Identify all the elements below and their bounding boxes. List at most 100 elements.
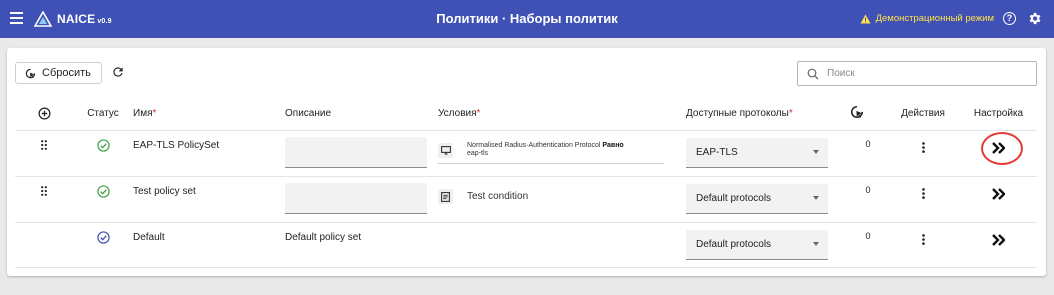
conditions-cell: Test condition [438, 176, 686, 223]
settings-cell [960, 130, 1037, 177]
status-default-icon[interactable] [96, 230, 110, 244]
table-row: Default Default policy set Default proto… [15, 222, 1037, 268]
double-chevron-right-icon[interactable] [992, 187, 1005, 200]
top-app-bar: NAICE v0.9 Политики · Наборы политик Демо… [0, 0, 1054, 38]
condition-attribute: Normalised Radius·Authentication Protoco… [467, 142, 601, 149]
warning-icon [860, 14, 871, 23]
column-header-name-label: Имя [133, 108, 153, 120]
description-cell: Default policy set [285, 222, 438, 268]
protocols-cell: EAP-TLS [686, 130, 850, 177]
protocols-select[interactable]: Default protocols [686, 183, 828, 214]
protocols-select[interactable]: EAP-TLS [686, 137, 828, 168]
description-cell [285, 130, 438, 177]
search-input[interactable] [827, 68, 1017, 79]
status-cell [73, 176, 133, 223]
condition-expression: Normalised Radius·Authentication Protoco… [467, 142, 624, 158]
condition-monitor-icon [438, 142, 453, 158]
settings-cell [960, 222, 1037, 268]
status-cell [73, 222, 133, 268]
add-column-header [15, 98, 73, 131]
policy-name: Test policy set [133, 185, 196, 197]
name-cell[interactable]: Default [133, 222, 285, 268]
add-policy-icon[interactable] [38, 107, 51, 120]
hits-cell: 0 [850, 176, 886, 223]
reset-cursor-icon [25, 68, 36, 78]
condition-chip[interactable]: Test condition [438, 184, 664, 210]
drag-handle-icon[interactable] [41, 185, 47, 196]
policy-sets-card: Сбросить Статус [7, 48, 1046, 276]
more-actions-icon[interactable] [921, 141, 925, 153]
column-header-hits [850, 98, 886, 131]
name-cell[interactable]: EAP-TLS PolicySet [133, 130, 285, 177]
required-marker: * [788, 108, 793, 120]
dropdown-caret-icon [813, 150, 819, 154]
demo-mode-label: Демонстрационный режим [875, 13, 994, 24]
more-actions-icon[interactable] [921, 187, 925, 199]
required-marker: * [476, 108, 481, 120]
table-row: Test policy set Test condition Default p… [15, 176, 1037, 223]
description-field[interactable] [285, 136, 427, 168]
settings-gear-icon[interactable] [1027, 11, 1042, 26]
protocols-cell: Default protocols [686, 176, 850, 223]
column-header-status[interactable]: Статус [73, 98, 133, 131]
protocols-select[interactable]: Default protocols [686, 229, 828, 260]
conditions-cell: Normalised Radius·Authentication Protoco… [438, 130, 686, 177]
column-header-settings: Настройка [960, 98, 1037, 131]
column-header-protocols[interactable]: Доступные протоколы* [686, 98, 850, 131]
policy-name: EAP-TLS PolicySet [133, 139, 220, 151]
drag-cell [15, 130, 73, 177]
column-header-conditions-label: Условия [438, 108, 477, 120]
table-header-row: Статус Имя* Описание Условия* Доступные … [15, 98, 1037, 131]
more-actions-icon[interactable] [921, 233, 925, 245]
column-header-actions: Действия [886, 98, 960, 131]
condition-value: eap-tls [467, 150, 489, 157]
status-cell [73, 130, 133, 177]
required-marker: * [152, 108, 157, 120]
hits-cursor-icon [850, 106, 864, 119]
protocols-select-value: Default protocols [696, 238, 772, 250]
table-row: EAP-TLS PolicySet Normalised Radius·Auth… [15, 130, 1037, 177]
drag-cell [15, 222, 73, 268]
hit-count: 0 [865, 184, 871, 195]
search-icon [807, 68, 819, 79]
column-header-description[interactable]: Описание [285, 98, 438, 131]
hits-cell: 0 [850, 130, 886, 177]
protocols-cell: Default protocols [686, 222, 850, 268]
policy-sets-table: Статус Имя* Описание Условия* Доступные … [15, 98, 1037, 268]
condition-document-icon [438, 189, 453, 204]
refresh-icon[interactable] [111, 65, 125, 79]
highlight-ring [981, 131, 1023, 165]
demo-mode-indicator: Демонстрационный режим [860, 13, 994, 24]
double-chevron-right-icon[interactable] [992, 233, 1005, 246]
drag-cell [15, 176, 73, 223]
column-header-conditions[interactable]: Условия* [438, 98, 686, 131]
dropdown-caret-icon [813, 242, 819, 246]
hit-count: 0 [865, 138, 871, 149]
drag-handle-icon[interactable] [41, 139, 47, 150]
actions-cell [886, 130, 960, 177]
status-active-icon[interactable] [96, 138, 110, 152]
condition-name: Test condition [467, 191, 529, 202]
reset-button-label: Сбросить [42, 67, 91, 79]
conditions-cell [438, 222, 686, 268]
status-active-icon[interactable] [96, 184, 110, 198]
protocols-select-value: EAP-TLS [696, 146, 738, 158]
hits-cell: 0 [850, 222, 886, 268]
column-header-name[interactable]: Имя* [133, 98, 285, 131]
reset-button[interactable]: Сбросить [15, 62, 102, 84]
description-cell [285, 176, 438, 223]
actions-cell [886, 222, 960, 268]
policy-name: Default [133, 231, 165, 243]
hit-count: 0 [865, 230, 871, 241]
actions-cell [886, 176, 960, 223]
description-field[interactable] [285, 182, 427, 214]
name-cell[interactable]: Test policy set [133, 176, 285, 223]
search-field[interactable] [797, 61, 1037, 86]
condition-operator: Равно [602, 142, 624, 149]
column-header-protocols-label: Доступные протоколы [686, 108, 789, 120]
help-icon[interactable]: ? [1003, 12, 1016, 25]
condition-chip[interactable]: Normalised Radius·Authentication Protoco… [438, 138, 664, 164]
dropdown-caret-icon [813, 196, 819, 200]
policy-description: Default policy set [285, 231, 362, 243]
settings-cell [960, 176, 1037, 223]
